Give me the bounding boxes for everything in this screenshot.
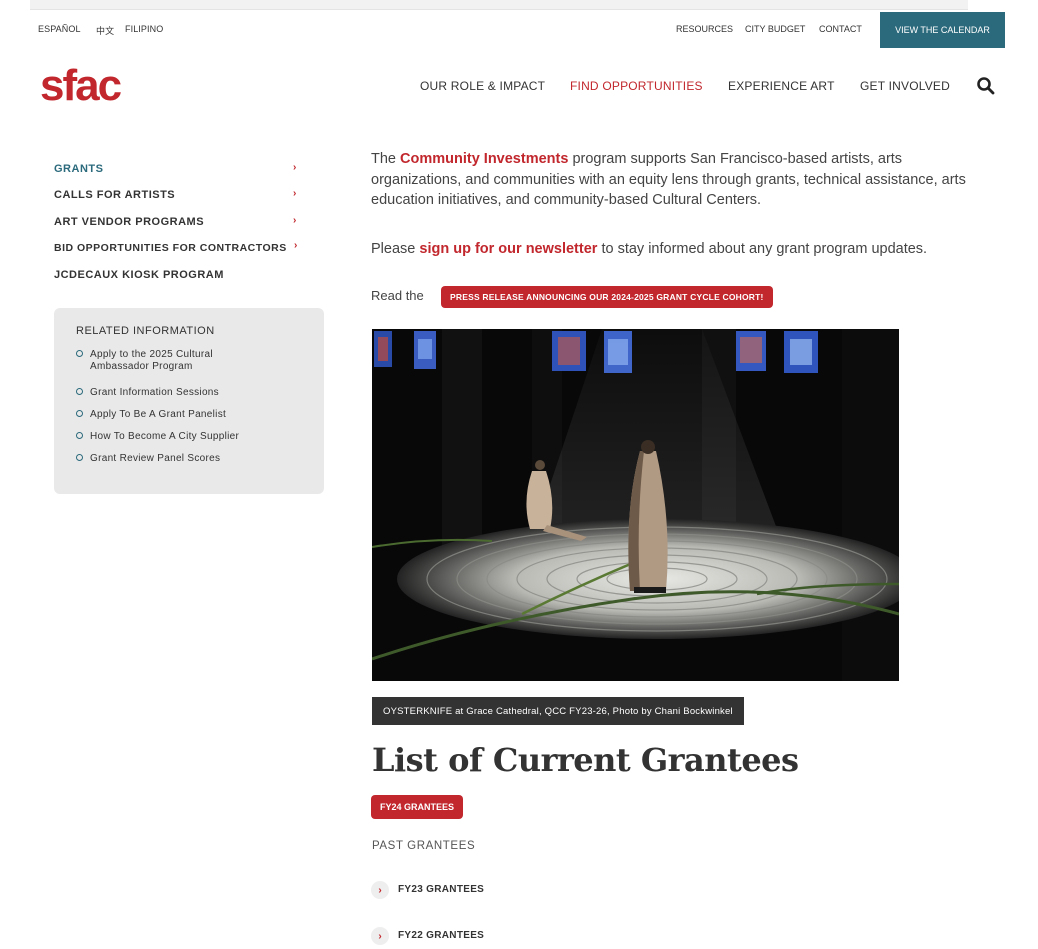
circle-bullet-icon	[76, 432, 83, 439]
city-budget-link[interactable]: CITY BUDGET	[745, 24, 805, 34]
photo-caption: OYSTERKNIFE at Grace Cathedral, QCC FY23…	[372, 697, 744, 725]
chevron-right-icon: ›	[371, 927, 389, 945]
circle-bullet-icon	[76, 410, 83, 417]
circle-bullet-icon	[76, 454, 83, 461]
circle-bullet-icon	[76, 388, 83, 395]
chevron-right-icon: ›	[293, 188, 297, 199]
past-grantees-heading: PAST GRANTEES	[372, 840, 476, 852]
sidebar-item-art-vendor-programs[interactable]: ART VENDOR PROGRAMS	[54, 216, 204, 228]
nav-experience-art[interactable]: EXPERIENCE ART	[728, 79, 835, 93]
fy24-grantees-button[interactable]: FY24 GRANTEES	[371, 795, 464, 819]
newsletter-paragraph: Please sign up for our newsletter to sta…	[371, 241, 928, 257]
chevron-right-icon: ›	[294, 240, 298, 251]
intro-paragraph: The Community Investments program suppor…	[371, 151, 966, 208]
lang-chinese-link[interactable]: 中文	[96, 24, 114, 37]
cathedral-performance-photo	[372, 329, 899, 681]
sidebar-item-jcdecaux-kiosk[interactable]: JCDECAUX KIOSK PROGRAM	[54, 269, 224, 281]
sidebar-item-calls-for-artists[interactable]: CALLS FOR ARTISTS	[54, 189, 175, 201]
chevron-right-icon: ›	[293, 162, 297, 173]
community-investments-link[interactable]: Community Investments	[400, 151, 568, 167]
sidebar-item-bid-opportunities[interactable]: BID OPPORTUNITIES FOR CONTRACTORS	[54, 242, 287, 254]
sfac-logo[interactable]: sfac	[40, 64, 122, 108]
utility-bar: ESPAÑOL 中文 FILIPINO RESOURCES CITY BUDGE…	[0, 12, 1038, 48]
nav-our-role-impact[interactable]: OUR ROLE & IMPACT	[420, 79, 545, 93]
press-release-button[interactable]: PRESS RELEASE ANNOUNCING OUR 2024-2025 G…	[441, 286, 773, 308]
lang-filipino-link[interactable]: FILIPINO	[125, 24, 163, 34]
lang-espanol-link[interactable]: ESPAÑOL	[38, 24, 81, 34]
chevron-right-icon: ›	[371, 881, 389, 899]
current-grantees-heading: List of Current Grantees	[372, 741, 799, 779]
contact-link[interactable]: CONTACT	[819, 24, 862, 34]
browser-top-strip	[30, 0, 968, 10]
sidebar-item-grants[interactable]: GRANTS	[54, 163, 103, 175]
nav-find-opportunities[interactable]: FIND OPPORTUNITIES	[570, 79, 703, 93]
circle-bullet-icon	[76, 350, 83, 357]
view-calendar-button[interactable]: VIEW THE CALENDAR	[880, 12, 1005, 48]
resources-link[interactable]: RESOURCES	[676, 24, 733, 34]
newsletter-signup-link[interactable]: sign up for our newsletter	[419, 241, 597, 257]
search-icon[interactable]	[976, 76, 996, 96]
chevron-right-icon: ›	[293, 215, 297, 226]
read-the-label: Read the	[371, 288, 424, 303]
related-information-panel: RELATED INFORMATION Apply to the 2025 Cu…	[54, 308, 324, 494]
nav-get-involved[interactable]: GET INVOLVED	[860, 79, 950, 93]
related-information-title: RELATED INFORMATION	[76, 325, 215, 337]
